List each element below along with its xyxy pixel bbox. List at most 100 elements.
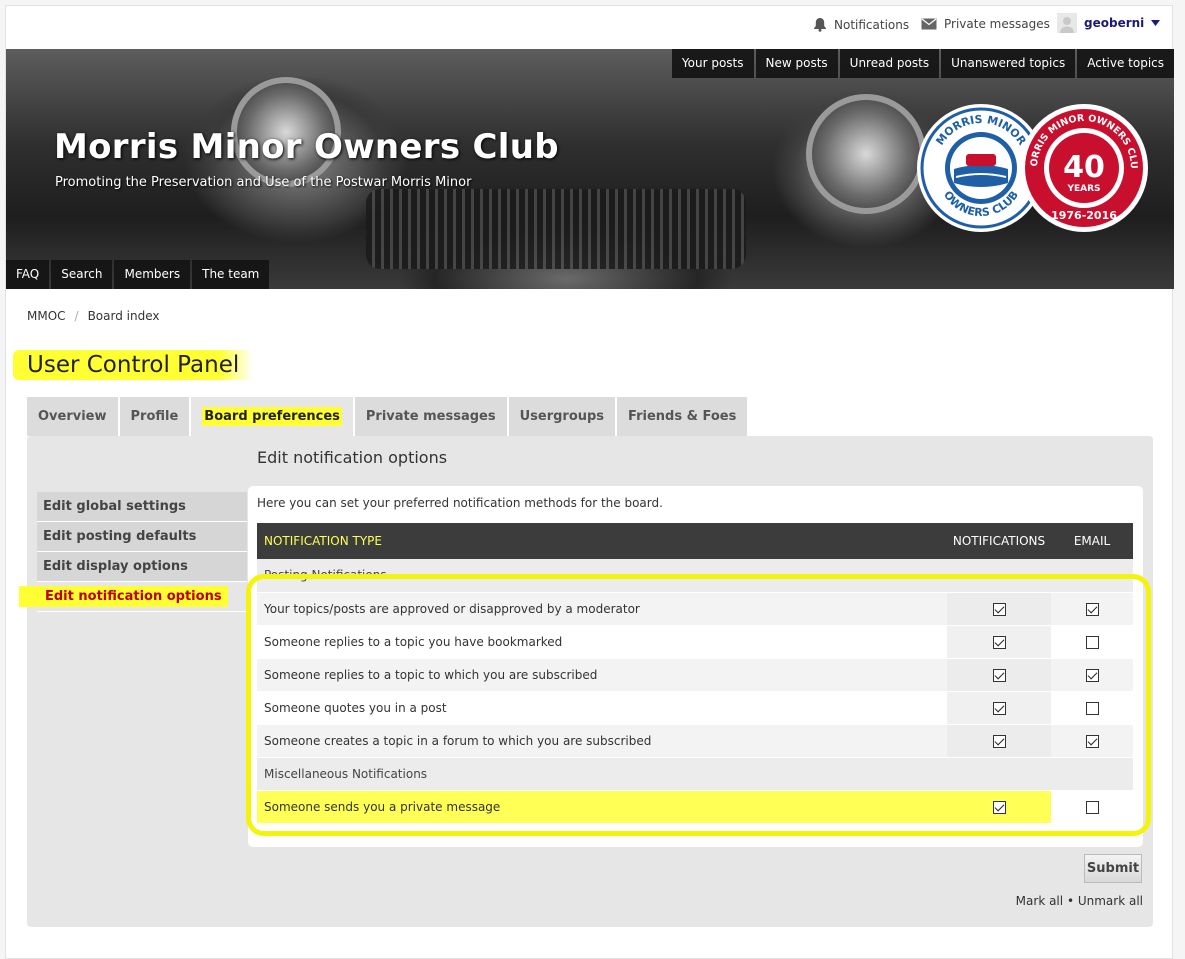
unanswered-topics-link[interactable]: Unanswered topics: [941, 49, 1076, 78]
bullet-separator: •: [1066, 894, 1075, 908]
column-email: EMAIL: [1051, 523, 1133, 559]
notification-cell: [947, 658, 1051, 692]
table-row: Someone quotes you in a post: [257, 691, 1133, 725]
email-cell: [1051, 691, 1133, 725]
table-header-row: NOTIFICATION TYPE NOTIFICATIONS EMAIL: [257, 523, 1133, 559]
submit-button[interactable]: Submit: [1084, 854, 1142, 883]
group-label: Posting Notifications: [257, 559, 1133, 593]
email-cell: [1051, 658, 1133, 692]
username: geoberni: [1084, 16, 1145, 30]
breadcrumb: MMOC / Board index: [27, 309, 160, 323]
side-item-posting-defaults[interactable]: Edit posting defaults: [37, 522, 247, 552]
notifications-link[interactable]: Notifications: [813, 17, 909, 32]
notification-checkbox[interactable]: [992, 701, 1006, 715]
group-row-misc: Miscellaneous Notifications: [257, 757, 1133, 791]
active-topics-link[interactable]: Active topics: [1077, 49, 1174, 78]
column-notifications: NOTIFICATIONS: [947, 523, 1051, 559]
notification-cell: [947, 625, 1051, 659]
row-label: Someone sends you a private message: [257, 790, 947, 824]
mark-all-link[interactable]: Mark all: [1016, 894, 1063, 908]
email-checkbox[interactable]: [1085, 800, 1099, 814]
caret-down-icon: [1151, 20, 1161, 26]
email-cell: [1051, 625, 1133, 659]
row-label: Someone replies to a topic you have book…: [257, 625, 947, 659]
private-messages-link[interactable]: Private messages: [921, 17, 1050, 31]
intro-text: Here you can set your preferred notifica…: [257, 496, 663, 510]
table-row: Someone sends you a private message: [257, 790, 1133, 824]
tab-private-messages[interactable]: Private messages: [354, 397, 507, 436]
tab-board-preferences[interactable]: Board preferences: [191, 397, 353, 436]
column-notification-type: NOTIFICATION TYPE: [257, 523, 947, 559]
notification-checkbox[interactable]: [992, 602, 1006, 616]
side-item-notification-options[interactable]: Edit notification options: [19, 582, 247, 612]
ucp-tabs: Overview Profile Board preferences Priva…: [27, 397, 748, 436]
side-item-notification-options-label: Edit notification options: [19, 586, 228, 607]
column-notification-type-label: NOTIFICATION TYPE: [264, 534, 382, 548]
group-row-posting: Posting Notifications: [257, 559, 1133, 593]
ucp-panel: Edit notification options Edit global se…: [19, 436, 1153, 927]
notification-options-panel: Here you can set your preferred notifica…: [246, 486, 1151, 847]
members-link[interactable]: Members: [114, 260, 191, 289]
panel-heading: Edit notification options: [257, 448, 448, 467]
page: Notifications Private messages geoberni …: [5, 5, 1174, 959]
email-cell: [1051, 592, 1133, 626]
tab-board-preferences-label: Board preferences: [202, 407, 342, 426]
notification-cell: [947, 592, 1051, 626]
notification-cell: [947, 691, 1051, 725]
row-label: Your topics/posts are approved or disapp…: [257, 592, 947, 626]
email-checkbox[interactable]: [1085, 701, 1099, 715]
faq-link[interactable]: FAQ: [6, 260, 50, 289]
bell-icon: [814, 18, 826, 32]
notification-checkbox[interactable]: [992, 635, 1006, 649]
breadcrumb-board-index[interactable]: Board index: [88, 309, 160, 323]
anniversary-logo-graphic: MORRIS MINOR OWNERS CLUB 40 YEARS 1976-2…: [1023, 107, 1143, 227]
side-item-global-settings[interactable]: Edit global settings: [37, 492, 247, 522]
search-link[interactable]: Search: [51, 260, 113, 289]
mark-all-links: Mark all • Unmark all: [1016, 894, 1143, 908]
header-banner: Morris Minor Owners Club Promoting the P…: [6, 49, 1174, 289]
email-checkbox[interactable]: [1085, 668, 1099, 682]
private-messages-label: Private messages: [944, 17, 1050, 31]
email-cell: [1051, 724, 1133, 758]
email-checkbox[interactable]: [1085, 734, 1099, 748]
side-item-display-options[interactable]: Edit display options: [37, 552, 247, 582]
breadcrumb-mmoc[interactable]: MMOC: [27, 309, 66, 323]
notification-checkbox[interactable]: [992, 668, 1006, 682]
notification-checkbox[interactable]: [992, 800, 1006, 814]
notification-table: NOTIFICATION TYPE NOTIFICATIONS EMAIL Po…: [257, 523, 1133, 824]
quick-links: Your posts New posts Unread posts Unansw…: [671, 49, 1174, 78]
the-team-link[interactable]: The team: [192, 260, 270, 289]
breadcrumb-separator: /: [74, 309, 79, 323]
user-menu[interactable]: geoberni: [1057, 13, 1161, 33]
table-row: Someone creates a topic in a forum to wh…: [257, 724, 1133, 758]
svg-text:40: 40: [1063, 150, 1105, 185]
row-label: Someone replies to a topic to which you …: [257, 658, 947, 692]
anniversary-logo[interactable]: MORRIS MINOR OWNERS CLUB 40 YEARS 1976-2…: [1020, 104, 1148, 232]
notifications-label: Notifications: [834, 17, 910, 32]
page-title: User Control Panel: [13, 350, 254, 380]
tab-friends-foes[interactable]: Friends & Foes: [617, 397, 748, 436]
site-title[interactable]: Morris Minor Owners Club: [54, 127, 559, 167]
new-posts-link[interactable]: New posts: [755, 49, 838, 78]
nav-links: FAQ Search Members The team: [6, 260, 270, 289]
top-bar: Notifications Private messages geoberni: [6, 6, 1174, 48]
email-checkbox[interactable]: [1085, 635, 1099, 649]
unread-posts-link[interactable]: Unread posts: [839, 49, 940, 78]
tab-profile[interactable]: Profile: [119, 397, 190, 436]
headlamp-right: [806, 94, 926, 214]
notification-checkbox[interactable]: [992, 734, 1006, 748]
notification-cell: [947, 724, 1051, 758]
tab-usergroups[interactable]: Usergroups: [508, 397, 616, 436]
tab-overview[interactable]: Overview: [27, 397, 118, 436]
site-description: Promoting the Preservation and Use of th…: [55, 175, 472, 190]
row-label: Someone creates a topic in a forum to wh…: [257, 724, 947, 758]
car-grille: [366, 189, 746, 269]
avatar-icon: [1057, 13, 1077, 33]
email-cell: [1051, 790, 1133, 824]
svg-text:1976-2016: 1976-2016: [1051, 209, 1117, 222]
unmark-all-link[interactable]: Unmark all: [1078, 894, 1143, 908]
email-checkbox[interactable]: [1085, 602, 1099, 616]
your-posts-link[interactable]: Your posts: [671, 49, 754, 78]
group-label: Miscellaneous Notifications: [257, 757, 1133, 791]
notification-cell: [947, 790, 1051, 824]
